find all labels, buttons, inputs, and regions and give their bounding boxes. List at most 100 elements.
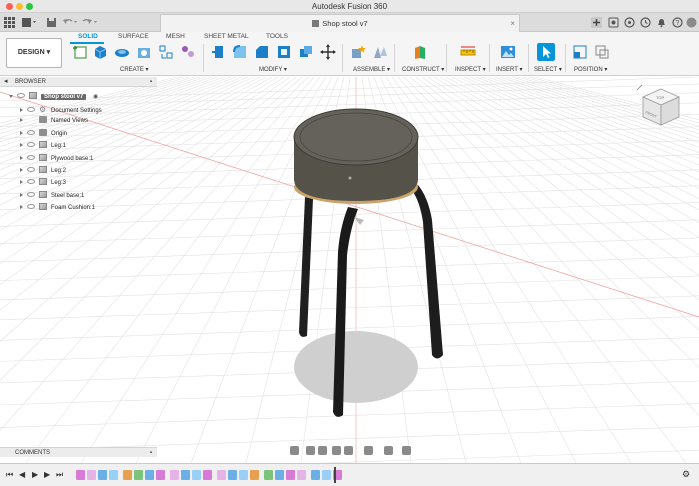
modify-group-label[interactable]: MODIFY ▾ — [259, 66, 287, 73]
timeline-feature-icon[interactable] — [286, 470, 295, 480]
expand-arrow-icon[interactable] — [20, 118, 23, 123]
timeline-feature-icon[interactable] — [275, 470, 284, 480]
timeline-feature-icon[interactable] — [217, 470, 226, 480]
create-group-label[interactable]: CREATE ▾ — [120, 66, 149, 73]
viewcube-home-icon[interactable] — [636, 84, 643, 91]
activate-radio-icon[interactable]: ◉ — [93, 94, 98, 100]
comments-panel[interactable]: COMMENTS ▪ — [0, 447, 157, 457]
collapse-panel-icon[interactable]: ◂ — [4, 77, 8, 87]
tab-solid[interactable]: SOLID — [78, 33, 98, 40]
browser-item[interactable]: Leg:2 — [20, 166, 66, 177]
timeline-feature-icon[interactable] — [250, 470, 259, 480]
browser-item[interactable]: Named Views — [20, 116, 88, 127]
capture-position-icon[interactable] — [572, 44, 588, 60]
tab-mesh[interactable]: MESH — [166, 33, 185, 40]
expand-arrow-icon[interactable] — [20, 108, 23, 112]
visibility-eye-icon[interactable] — [17, 93, 25, 98]
joint-icon[interactable] — [372, 44, 388, 60]
timeline-feature-icon[interactable] — [228, 470, 237, 480]
mirror-form-icon[interactable] — [180, 44, 196, 60]
measure-icon[interactable] — [460, 44, 476, 60]
zoom-icon[interactable] — [332, 446, 341, 455]
timeline-play-icon[interactable]: ▶ — [32, 470, 38, 479]
visibility-eye-icon[interactable] — [27, 142, 35, 148]
viewports-icon[interactable] — [402, 446, 411, 455]
timeline-feature-icon[interactable] — [239, 470, 248, 480]
notifications-clock-icon[interactable] — [640, 17, 651, 28]
browser-item[interactable]: Leg:3 — [20, 178, 66, 189]
expand-arrow-icon[interactable] — [20, 130, 23, 135]
browser-item[interactable]: Steel base:1 — [20, 190, 84, 202]
insert-group-label[interactable]: INSERT ▾ — [496, 66, 522, 73]
visibility-eye-icon[interactable] — [27, 179, 35, 185]
select-group-label[interactable]: SELECT ▾ — [534, 66, 562, 73]
visibility-eye-icon[interactable] — [27, 154, 35, 160]
visibility-eye-icon[interactable] — [27, 191, 35, 197]
timeline-feature-icon[interactable] — [181, 470, 190, 480]
redo-icon[interactable] — [82, 17, 98, 28]
visibility-eye-icon[interactable] — [27, 204, 35, 210]
press-pull-icon[interactable] — [210, 44, 226, 60]
document-tab[interactable]: Shop stool v7 × — [160, 14, 520, 32]
assemble-group-label[interactable]: ASSEMBLE ▾ — [353, 66, 390, 73]
timeline-feature-icon[interactable] — [203, 470, 212, 480]
timeline-feature-icon[interactable] — [123, 470, 132, 480]
timeline-go-to-start-icon[interactable]: ⏮ — [6, 470, 13, 480]
timeline-feature-icon[interactable] — [156, 470, 165, 480]
browser-item[interactable]: Plywood base:1 — [20, 153, 93, 165]
timeline-feature-icon[interactable] — [76, 470, 85, 480]
expand-arrow-icon[interactable] — [20, 180, 23, 185]
revolve-icon[interactable] — [114, 44, 130, 60]
pan-hand-icon[interactable] — [318, 446, 327, 455]
timeline-feature-icon[interactable] — [109, 470, 118, 480]
browser-item[interactable]: ⚙ Document Settings — [20, 104, 102, 115]
undo-icon[interactable] — [62, 17, 78, 28]
offset-plane-icon[interactable] — [412, 44, 428, 60]
expand-arrow-icon[interactable] — [20, 205, 23, 210]
look-at-icon[interactable] — [306, 446, 315, 455]
select-cursor-icon[interactable] — [537, 43, 555, 61]
help-icon[interactable]: ? — [672, 17, 683, 28]
new-tab-plus-icon[interactable] — [591, 17, 602, 28]
create-sketch-icon[interactable] — [72, 44, 88, 60]
tab-tools[interactable]: TOOLS — [266, 33, 288, 40]
revert-position-icon[interactable] — [594, 44, 610, 60]
new-component-icon[interactable] — [350, 44, 366, 60]
visibility-eye-icon[interactable] — [27, 167, 35, 172]
timeline-feature-icon[interactable] — [264, 470, 273, 480]
timeline-feature-icon[interactable] — [311, 470, 320, 480]
timeline-feature-icon[interactable] — [87, 470, 96, 480]
visibility-eye-icon[interactable] — [27, 107, 35, 112]
viewcube[interactable]: TOP FRONT — [636, 84, 686, 134]
close-document-icon[interactable]: × — [510, 15, 515, 32]
timeline-step-forward-icon[interactable]: ▶ — [44, 470, 50, 479]
timeline-step-back-icon[interactable]: ◀ — [19, 470, 25, 479]
visibility-eye-icon[interactable] — [27, 129, 35, 135]
move-copy-icon[interactable] — [320, 44, 336, 60]
construct-group-label[interactable]: CONSTRUCT ▾ — [402, 66, 444, 73]
shell-icon[interactable] — [276, 44, 292, 60]
display-settings-icon[interactable] — [364, 446, 373, 455]
insert-image-icon[interactable] — [500, 44, 516, 60]
expand-arrow-icon[interactable] — [20, 168, 23, 172]
timeline-settings-gear-icon[interactable]: ⚙ — [682, 469, 690, 480]
position-group-label[interactable]: POSITION ▾ — [574, 66, 607, 73]
timeline-feature-icon[interactable] — [170, 470, 179, 480]
expand-arrow-icon[interactable] — [20, 143, 23, 148]
expand-arrow-icon[interactable] — [20, 155, 23, 160]
panel-pin-icon[interactable]: ▪ — [150, 77, 152, 87]
workspace-switcher-button[interactable]: DESIGN ▾ — [6, 38, 62, 68]
timeline-feature-icon[interactable] — [192, 470, 201, 480]
browser-item[interactable]: Leg:1 — [20, 141, 66, 152]
combine-icon[interactable] — [298, 44, 314, 60]
timeline-feature-icon[interactable] — [297, 470, 306, 480]
browser-header[interactable]: ◂ BROWSER ▪ — [0, 77, 157, 87]
timeline-feature-icon[interactable] — [98, 470, 107, 480]
timeline-marker[interactable] — [334, 467, 336, 483]
browser-root-node[interactable]: Shop stool v7 ◉ — [9, 92, 112, 103]
grid-snaps-icon[interactable] — [384, 446, 393, 455]
fillet-icon[interactable] — [232, 44, 248, 60]
expand-arrow-icon[interactable] — [20, 192, 23, 197]
hole-icon[interactable] — [136, 44, 152, 60]
browser-item[interactable]: Foam Cushion:1 — [20, 203, 95, 214]
